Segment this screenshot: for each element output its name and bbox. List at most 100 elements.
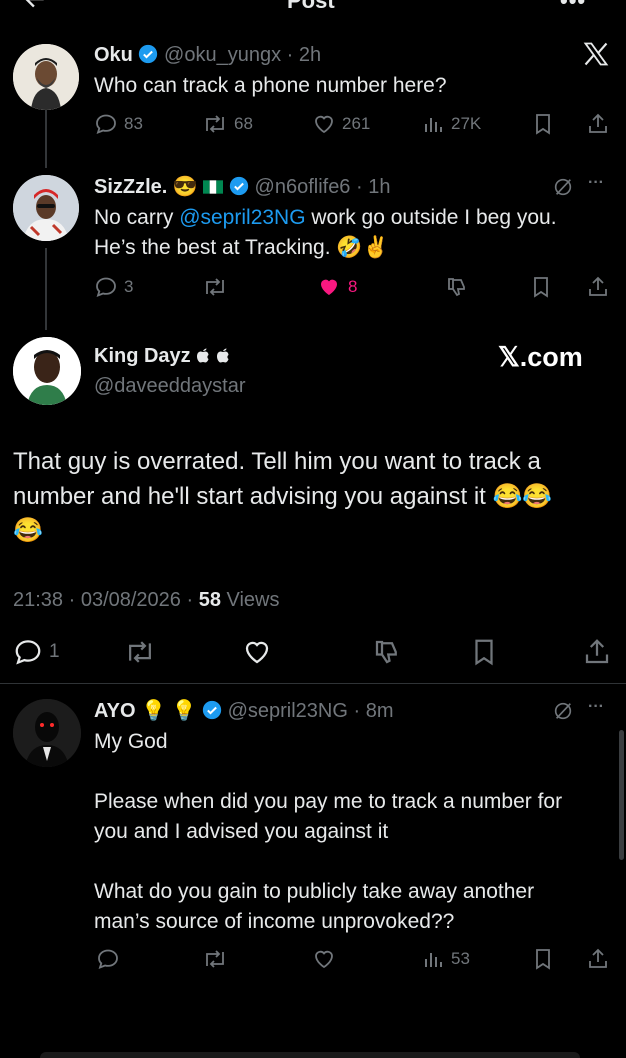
grok-icon[interactable] [552,700,574,727]
share-button[interactable] [586,275,610,299]
like-count: 8 [348,277,358,296]
reply-count: 83 [124,114,143,133]
like-button[interactable] [312,947,336,971]
reply-count: 1 [49,641,60,662]
like-count: 261 [342,114,371,133]
reply-button[interactable]: 83 [94,112,143,136]
retweet-icon [206,278,224,296]
analytics-icon [425,118,442,132]
verified-badge-icon [139,44,158,64]
timestamp-text: 21:38 · 03/08/2026 · [13,589,199,611]
nigeria-flag-icon [203,180,224,194]
tweet2-header: SizZzle. 😎 @n6oflife6 · 1h [94,176,391,198]
author-name[interactable]: King Dayz [94,345,191,367]
more-options-icon[interactable]: ••• [560,0,586,14]
share-button[interactable] [586,112,610,136]
share-icon [589,948,607,968]
back-arrow-icon[interactable] [22,0,48,17]
x-logo-icon [582,40,610,73]
more-options-icon[interactable]: ··· [588,698,604,716]
share-button[interactable] [586,947,610,971]
views-button[interactable]: 53 [423,947,470,971]
retweet-count: 68 [234,114,253,133]
reply-icon [96,114,116,135]
author-name[interactable]: Oku [94,44,133,66]
reply-button[interactable]: 3 [94,275,133,299]
author-name[interactable]: AYO [94,700,136,722]
mention-link[interactable]: @sepril23NG [179,206,305,229]
share-icon [589,276,607,296]
post-time: 2h [298,44,322,66]
avatar[interactable] [13,44,79,110]
heart-icon [315,115,333,134]
author-handle[interactable]: @sepril23NG [228,700,348,722]
apple-logo-icon [216,348,229,363]
bookmark-button[interactable] [530,275,552,299]
thumbs-down-icon [375,640,397,664]
retweet-button[interactable] [124,637,156,667]
post-time: 8m [365,700,394,722]
tweet-text: No carry @sepril23NG work go outside I b… [94,206,557,230]
author-handle[interactable]: @daveeddaystar [94,375,246,398]
tweet-text-line5: man’s source of income unprovoked?? [94,910,455,933]
retweet-button[interactable] [202,275,228,299]
apple-logo-icon [197,348,209,363]
avatar[interactable] [13,337,81,405]
main-tweet-text-line3: 😂 [13,517,43,544]
more-options-icon[interactable]: ··· [588,174,604,192]
grok-icon[interactable] [552,176,574,203]
author-handle[interactable]: @n6oflife6 [255,176,351,198]
retweet-button[interactable] [202,947,228,971]
tweet-text-line3: you and I advised you against it [94,820,389,843]
tweet4-header: AYO 💡 💡 @sepril23NG · 8m [94,700,394,722]
post-timestamp: 21:38 · 03/08/2026 · 58 Views [13,589,280,612]
retweet-icon [206,950,224,968]
avatar[interactable] [13,175,79,241]
reply-count: 3 [124,277,134,296]
reply-icon [15,640,41,665]
author-name[interactable]: SizZzle. [94,176,167,198]
bookmark-button[interactable] [532,947,554,971]
author-handle[interactable]: @oku_yungx [164,44,281,66]
thumbs-down-icon [448,278,465,297]
share-icon [589,113,607,133]
share-button[interactable] [582,637,612,667]
like-button[interactable] [242,637,272,667]
views-count: 27K [451,114,482,133]
views-count: 53 [451,949,470,968]
views-button[interactable]: 27K [423,112,481,136]
reply-icon [98,949,118,970]
reply-icon [96,277,116,298]
name-emoji: 😎 [172,176,198,198]
dislike-button[interactable] [445,275,469,299]
bookmark-icon [534,277,548,298]
like-button[interactable]: 261 [312,112,370,136]
bookmark-icon [536,949,550,970]
bookmark-icon [536,114,550,135]
tweet-text-part: No carry [94,206,180,229]
bookmark-button[interactable] [470,637,498,667]
tweet1-header: Oku @oku_yungx · 2h [94,44,322,66]
like-button[interactable]: 8 [316,275,357,299]
heart-icon [245,641,269,664]
tweet3-header: King Dayz [94,345,230,368]
main-tweet-text-line2: number and he'll start advising you agai… [13,483,553,510]
reply-button[interactable]: 1 [13,637,60,667]
thread-line [45,248,47,330]
scrollbar-thumb[interactable] [619,730,624,860]
retweet-icon [129,641,151,663]
tweet-text-line2: He’s the best at Tracking. 🤣✌️ [94,236,389,259]
verified-badge-icon [229,176,249,196]
tweet-text-part: work go outside I beg you. [305,206,557,229]
heart-filled-icon [321,279,337,295]
avatar[interactable] [13,699,81,767]
bookmark-button[interactable] [532,112,554,136]
post-time: 1h [368,176,391,198]
tweet-text-line2: Please when did you pay me to track a nu… [94,790,563,813]
reply-button[interactable] [96,947,120,971]
retweet-button[interactable]: 68 [202,112,253,136]
dislike-button[interactable] [372,637,402,667]
analytics-icon [425,953,442,967]
bookmark-icon [475,639,493,666]
share-icon [585,639,609,664]
